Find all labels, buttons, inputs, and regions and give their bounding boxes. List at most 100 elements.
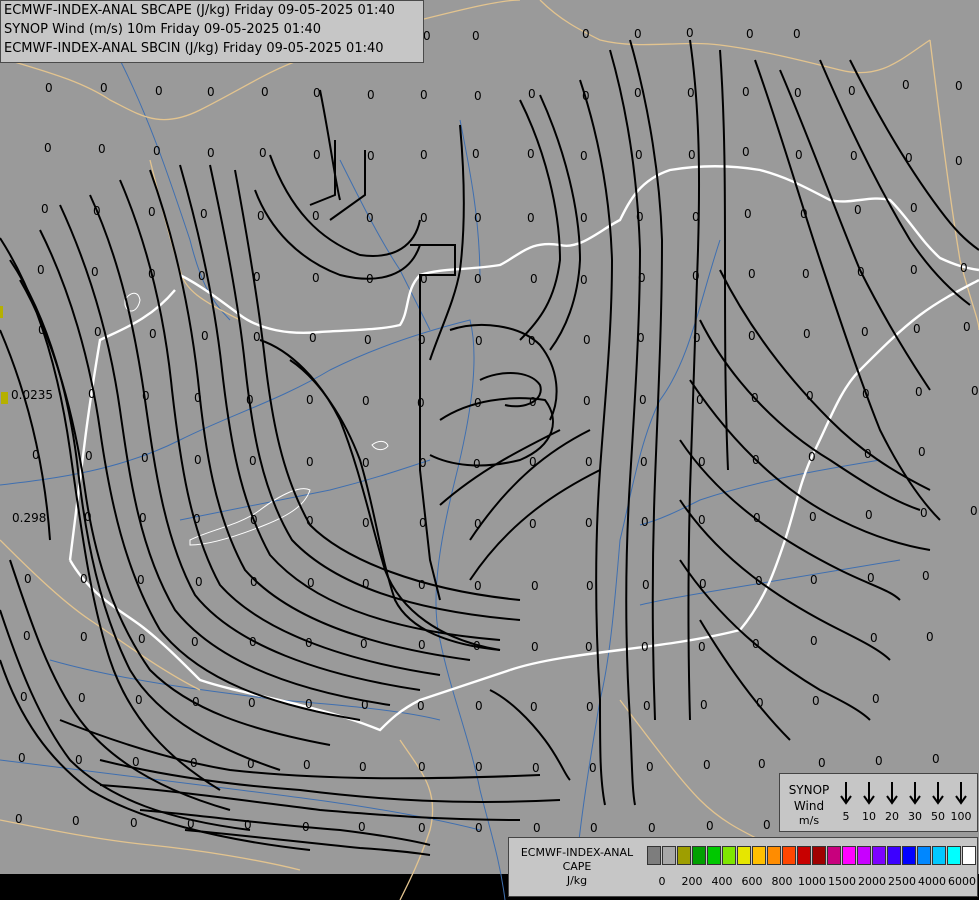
station-value: 0 [640,455,648,469]
station-value: 0 [687,86,695,100]
station-value: 0 [100,81,108,95]
station-value: 0 [246,393,254,407]
station-value: 0 [686,26,694,40]
station-value: 0 [527,147,535,161]
station-value: 0 [306,393,314,407]
streamline [679,559,871,721]
cape-tick-label: 800 [771,875,793,888]
station-value: 0 [638,271,646,285]
station-value: 0 [748,267,756,281]
cape-tick-label: 0 [658,875,666,888]
cape-color-swatch [917,846,931,865]
station-value: 0 [423,29,431,43]
station-value: 0 [643,699,651,713]
station-value: 0 [362,516,370,530]
streamline [699,619,791,741]
station-value: 0 [758,757,766,771]
cape-tick-label: 6000 [948,875,976,888]
station-value: 0 [474,396,482,410]
station-value: 0 [586,700,594,714]
station-value: 0 [529,517,537,531]
station-value: 0 [24,572,32,586]
station-value: 0 [752,453,760,467]
station-value: 0 [364,333,372,347]
down-arrow-icon [838,781,854,805]
station-value: 0 [692,210,700,224]
station-value: 0 [313,86,321,100]
cape-color-swatch [782,846,796,865]
station-value: 0 [753,511,761,525]
synop-speed-label: 50 [931,810,945,823]
station-value: 0 [360,637,368,651]
station-value: 0 [960,261,968,275]
cape-tick-label: 1000 [798,875,826,888]
station-value: 0 [420,272,428,286]
cape-color-swatch [797,846,811,865]
streamline [519,99,562,341]
station-value: 0 [130,816,138,830]
station-value: 0 [91,265,99,279]
station-value: 0 [420,211,428,225]
station-value: 0 [361,698,369,712]
station-value: 0 [41,202,49,216]
station-value: 0 [585,455,593,469]
wind-streamlines [0,39,979,856]
station-value: 0 [646,760,654,774]
station-value: 0 [818,756,826,770]
cape-color-swatch [662,846,676,865]
station-value: 0 [528,334,536,348]
station-value: 0 [75,753,83,767]
station-value: 0 [580,149,588,163]
station-value: 0 [589,761,597,775]
station-value: 0 [862,387,870,401]
station-value: 0 [582,27,590,41]
station-value: 0 [80,572,88,586]
station-value: 0 [810,573,818,587]
station-value: 0 [312,209,320,223]
station-value: 0 [700,698,708,712]
cape-color-swatch [947,846,961,865]
station-value: 0 [250,575,258,589]
streamline [254,189,421,280]
station-value: 0 [88,387,96,401]
cape-color-swatch [752,846,766,865]
station-value: 0 [139,511,147,525]
station-value: 0 [809,510,817,524]
station-value: 0 [634,86,642,100]
station-value: 0 [865,508,873,522]
cape-legend-units: J/kg [566,874,588,887]
synop-speed-label: 100 [950,810,972,823]
synop-wind-legend: SYNOP Wind m/s 5 10 20 30 50 100 [779,773,978,832]
station-value: 0 [94,325,102,339]
streamline [754,59,941,521]
station-value: 0 [583,333,591,347]
station-value: 0 [802,267,810,281]
synop-speed-label: 30 [908,810,922,823]
station-value: 0 [639,393,647,407]
station-value: 0 [474,272,482,286]
station-value: 0 [362,394,370,408]
station-value: 0 [875,754,883,768]
streamline [539,94,582,351]
station-value: 0 [155,84,163,98]
station-value: 0 [418,578,426,592]
station-value: 0 [913,322,921,336]
station-value: 0 [742,85,750,99]
station-value: 0 [93,204,101,218]
station-value: 0 [475,699,483,713]
streamline [59,719,541,780]
station-value: 0 [366,272,374,286]
station-value: 0 [261,85,269,99]
station-value: 0 [418,638,426,652]
weather-map[interactable]: 0 0 0 0 0 0 0 0 0 0 0 0 0 0 0 0 0 0 0 0 0 0 0 0 0 0 0 0 0 0 0 0 0 0 0 0 0 0 0 0… [0,0,979,900]
streamline [319,89,341,201]
station-value: 0 [806,389,814,403]
station-value: 0 [642,578,650,592]
station-value: 0 [45,81,53,95]
station-value: 0 [742,145,750,159]
streamline [819,59,971,306]
station-value: 0 [703,758,711,772]
station-value: 0 [854,203,862,217]
station-value: 0 [870,631,878,645]
station-value: 0 [795,148,803,162]
